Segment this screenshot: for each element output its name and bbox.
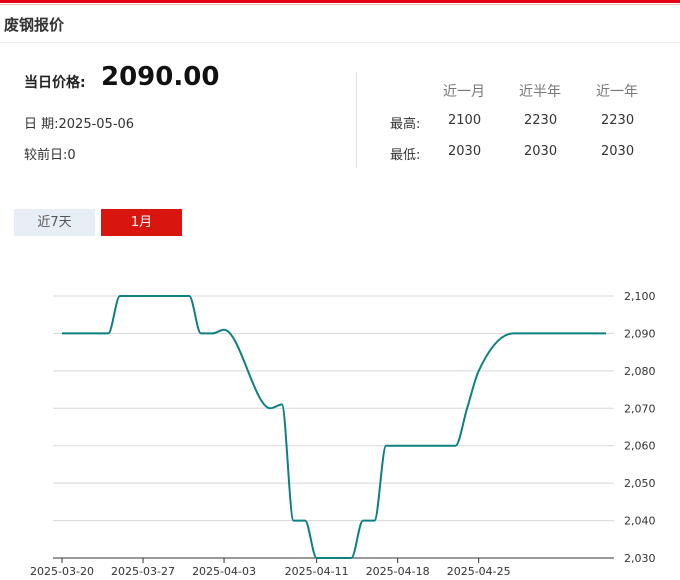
y-tick-label: 2,060 [624, 440, 656, 453]
x-tick-label: 2025-03-27 [111, 565, 175, 578]
x-tick-label: 2025-03-20 [30, 565, 94, 578]
y-tick-label: 2,030 [624, 552, 656, 565]
x-tick-label: 2025-04-25 [447, 565, 511, 578]
y-tick-label: 2,070 [624, 402, 656, 415]
y-tick-label: 2,080 [624, 365, 656, 378]
y-tick-label: 2,090 [624, 327, 656, 340]
price-series-line [62, 295, 606, 559]
x-tick-label: 2025-04-03 [192, 565, 256, 578]
y-tick-label: 2,040 [624, 515, 656, 528]
x-tick-label: 2025-04-11 [285, 565, 349, 578]
y-tick-label: 2,050 [624, 477, 656, 490]
y-tick-label: 2,100 [624, 290, 656, 303]
price-line-chart: 2,030 2,040 2,050 2,060 2,070 2,080 2,090 2,100… [30, 290, 656, 578]
x-tick-label: 2025-04-18 [366, 565, 430, 578]
